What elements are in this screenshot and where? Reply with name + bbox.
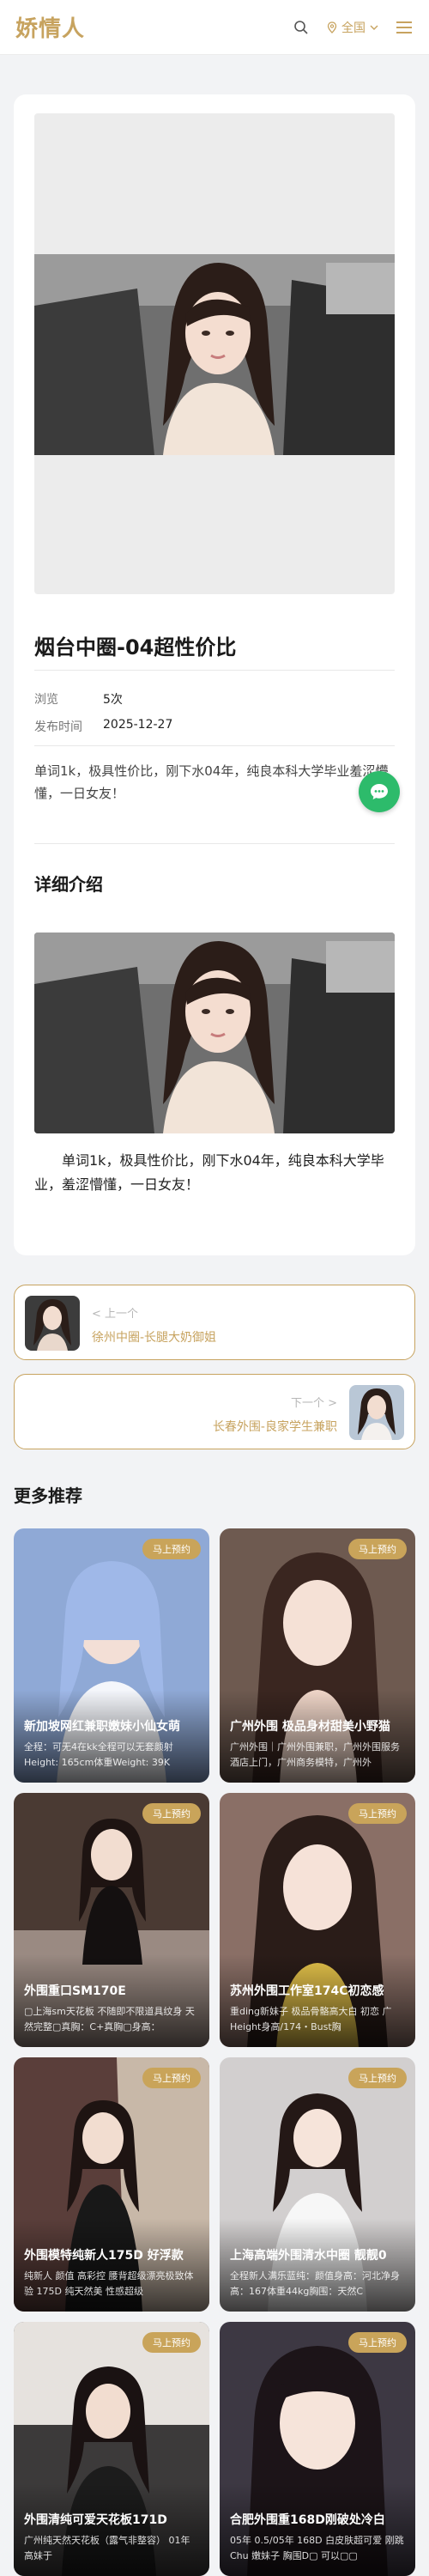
book-now-badge[interactable]: 马上预约 xyxy=(348,2332,407,2353)
recommend-card[interactable]: 马上预约 新加坡网红兼职嫩妹小仙女萌 全程：可无4在kk全程可以无套颜射 Hei… xyxy=(14,1528,209,1783)
recommend-card[interactable]: 马上预约 外围模特纯新人175D 好浮款 纯新人 颜值 高彩控 腰背超级漂亮极致… xyxy=(14,2057,209,2312)
detail-photo xyxy=(34,933,395,1133)
chat-icon xyxy=(371,784,388,799)
book-now-badge[interactable]: 马上预约 xyxy=(142,1803,201,1824)
next-title: 长春外围-良家学生兼职 xyxy=(212,1420,337,1434)
more-section-title: 更多推荐 xyxy=(14,1485,82,1506)
chevron-down-icon xyxy=(370,25,378,30)
prev-label: < 上一个 xyxy=(92,1308,139,1321)
divider xyxy=(34,843,395,844)
detail-image[interactable] xyxy=(34,933,395,1133)
meta-key: 浏览 xyxy=(34,693,58,707)
hero-image[interactable] xyxy=(34,113,395,594)
recommend-card[interactable]: 马上预约 上海高端外围清水中圈 靓靓0 全程新人满乐蓝纯：颜值身高：河北净身高：… xyxy=(220,2057,415,2312)
chat-button[interactable] xyxy=(359,771,400,812)
search-icon[interactable] xyxy=(292,18,311,37)
card-title: 外围模特纯新人175D 好浮款 xyxy=(24,2249,184,2263)
next-label: 下一个 > xyxy=(290,1397,337,1410)
recommend-card[interactable]: 马上预约 外围清纯可爱天花板171D 广州纯天然天花板（露气非整容） 01年 高… xyxy=(14,2322,209,2576)
card-title: 外围清纯可爱天花板171D xyxy=(24,2513,167,2527)
post-title: 烟台中圈-04超性价比 xyxy=(34,635,237,659)
card-title: 广州外围 极品身材甜美小野猫 xyxy=(230,1720,390,1734)
recommend-card[interactable]: 马上预约 苏州外围工作室174C初恋感 重ding新妹子 极品骨骼高大白 初恋 … xyxy=(220,1793,415,2047)
menu-icon[interactable] xyxy=(395,18,414,37)
card-title: 苏州外围工作室174C初恋感 xyxy=(230,1984,384,1998)
card-desc: 全程：可无4在kk全程可以无套颜射 Height: 165cm体重Weight:… xyxy=(24,1741,173,1768)
recommend-card[interactable]: 马上预约 合肥外围重168D刚破处冷白 05年 0.5/05年 168D 白皮肤… xyxy=(220,2322,415,2576)
divider xyxy=(34,745,395,746)
book-now-badge[interactable]: 马上预约 xyxy=(142,1539,201,1559)
card-title: 合肥外围重168D刚破处冷白 xyxy=(230,2513,385,2527)
card-desc: 重ding新妹子 极品骨骼高大白 初恋 广 Height身高/174・Bust胸 xyxy=(230,2006,392,2032)
region-selector[interactable]: 全国 xyxy=(326,19,379,36)
card-title: 新加坡网红兼职嫩妹小仙女萌 xyxy=(24,1720,180,1734)
meta-row-views: 浏览 5次 xyxy=(34,690,123,708)
book-now-badge[interactable]: 马上预约 xyxy=(348,1803,407,1824)
region-label: 全国 xyxy=(341,21,366,35)
post-intro: 单词1k，极具性价比，刚下水04年，纯良本科大学毕业羞涩懵懂，一日女友！ xyxy=(34,763,389,801)
divider xyxy=(34,670,395,671)
post-card: 烟台中圈-04超性价比 浏览 5次 发布时间 2025-12-27 单词1k，极… xyxy=(14,94,415,1255)
location-pin-icon xyxy=(327,21,337,33)
prev-thumbnail xyxy=(25,1296,80,1351)
section-title: 详细介绍 xyxy=(34,874,103,895)
book-now-badge[interactable]: 马上预约 xyxy=(348,1539,407,1559)
meta-row-date: 发布时间 2025-12-27 xyxy=(34,718,172,735)
card-desc: ▢上海sm天花板 不随即不限道具纹身 天然完整▢真胸：C+真胸▢身高： xyxy=(24,2006,195,2032)
card-desc: 05年 0.5/05年 168D 白皮肤超可爱 刚跳Chu 嫩妹子 胸围D▢ 可… xyxy=(230,2535,404,2561)
meta-key: 发布时间 xyxy=(34,720,82,734)
meta-value: 5次 xyxy=(103,693,123,707)
detail-text: 单词1k，极具性价比，刚下水04年，纯良本科大学毕业，羞涩懵懂，一日女友！ xyxy=(34,1152,384,1193)
recommend-card[interactable]: 马上预约 外围重口SM170E ▢上海sm天花板 不随即不限道具纹身 天然完整▢… xyxy=(14,1793,209,2047)
hero-photo xyxy=(34,254,395,455)
recommend-card[interactable]: 马上预约 广州外围 极品身材甜美小野猫 广州外围｜广州外围兼职，广州外围服务酒店… xyxy=(220,1528,415,1783)
card-desc: 纯新人 颜值 高彩控 腰背超级漂亮极致体验 175D 纯天然美 性感超级 xyxy=(24,2270,194,2297)
card-desc: 广州外围｜广州外围兼职，广州外围服务酒店上门，广州商务模特，广州外 xyxy=(230,1741,400,1768)
card-title: 外围重口SM170E xyxy=(24,1984,126,1998)
book-now-badge[interactable]: 马上预约 xyxy=(348,2068,407,2088)
card-desc: 广州纯天然天花板（露气非整容） 01年 高妹于 xyxy=(24,2535,190,2561)
prev-title: 徐州中圈-长腿大奶御姐 xyxy=(92,1331,217,1345)
card-desc: 全程新人满乐蓝纯：颜值身高：河北净身高：167体重44kg胸围：天然C xyxy=(230,2270,400,2297)
book-now-badge[interactable]: 马上预约 xyxy=(142,2332,201,2353)
meta-value: 2025-12-27 xyxy=(103,718,173,732)
next-thumbnail xyxy=(349,1385,404,1440)
card-title: 上海高端外围清水中圈 靓靓0 xyxy=(230,2249,387,2263)
next-post-link[interactable]: 下一个 > 长春外围-良家学生兼职 xyxy=(14,1374,415,1449)
site-logo[interactable]: 娇情人 xyxy=(15,11,85,43)
header-actions: 全国 xyxy=(292,18,414,37)
book-now-badge[interactable]: 马上预约 xyxy=(142,2068,201,2088)
top-header: 娇情人 全国 xyxy=(0,0,429,55)
prev-post-link[interactable]: < 上一个 徐州中圈-长腿大奶御姐 xyxy=(14,1285,415,1360)
